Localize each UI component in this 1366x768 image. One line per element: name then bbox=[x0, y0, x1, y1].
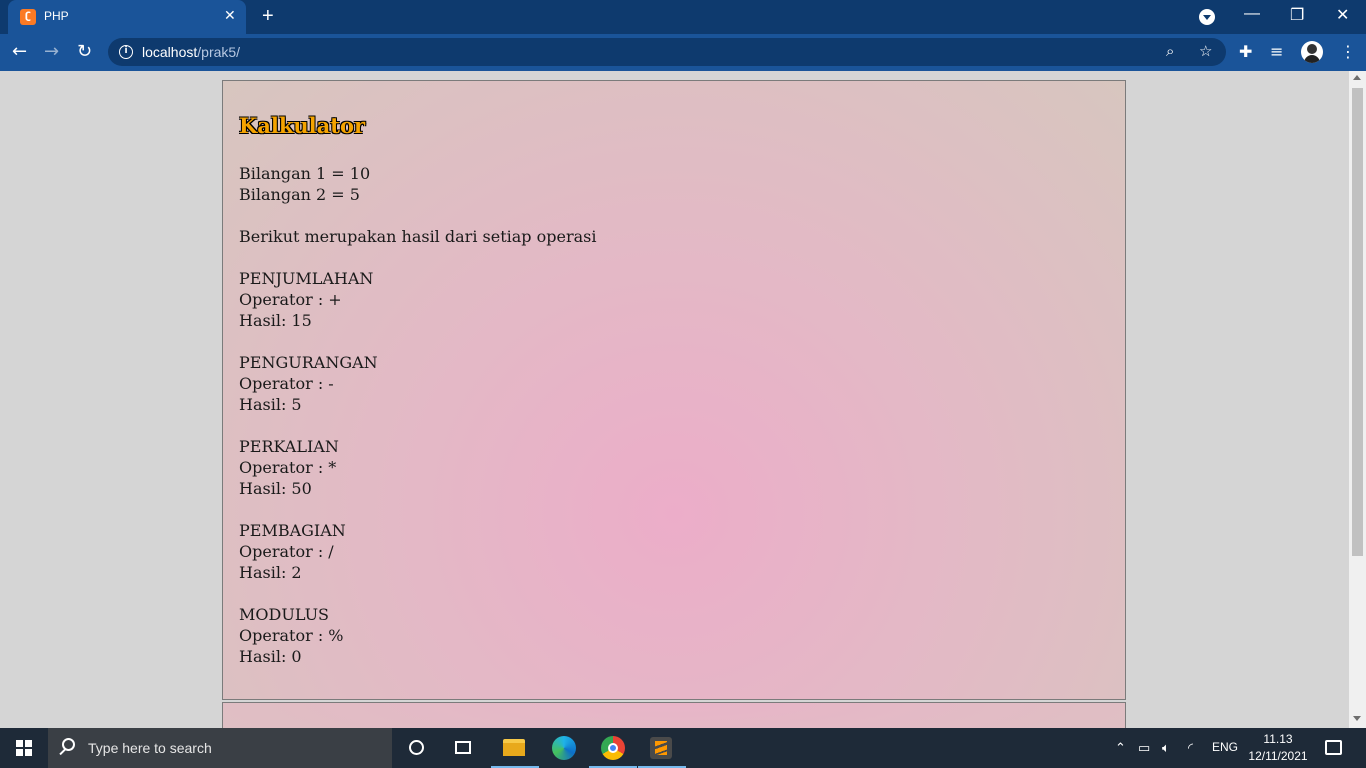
search-placeholder: Type here to search bbox=[88, 740, 212, 756]
operation-result: Hasil: 50 bbox=[239, 479, 312, 498]
intro-text: Berikut merupakan hasil dari setiap oper… bbox=[239, 227, 597, 246]
windows-start-icon[interactable] bbox=[16, 740, 32, 756]
battery-icon[interactable]: ▭ bbox=[1138, 740, 1150, 756]
scroll-down-icon[interactable] bbox=[1353, 716, 1361, 721]
operation-name: PERKALIAN bbox=[239, 437, 339, 456]
info-icon[interactable]: i bbox=[119, 45, 133, 59]
avatar[interactable] bbox=[1301, 41, 1323, 63]
system-clock[interactable]: 11.13 12/11/2021 bbox=[1248, 731, 1308, 765]
forward-arrow-icon[interactable]: → bbox=[44, 41, 59, 62]
tab-title: PHP bbox=[44, 9, 69, 23]
file-explorer-app[interactable] bbox=[491, 728, 539, 768]
edge-icon bbox=[552, 736, 576, 760]
second-panel bbox=[222, 702, 1126, 728]
page-scrollbar[interactable] bbox=[1349, 71, 1366, 728]
new-tab-button[interactable]: + bbox=[262, 5, 274, 28]
calculator-content: Kalkulator Bilangan 1 = 10 Bilangan 2 = … bbox=[239, 109, 596, 667]
xampp-favicon-icon: ʗ bbox=[20, 9, 36, 25]
sublime-text-icon bbox=[650, 737, 672, 759]
cortana-icon[interactable] bbox=[409, 740, 424, 755]
reload-icon[interactable]: ↻ bbox=[77, 41, 92, 62]
clock-date: 12/11/2021 bbox=[1248, 749, 1308, 763]
scroll-up-icon[interactable] bbox=[1353, 75, 1361, 80]
operation-result: Hasil: 5 bbox=[239, 395, 302, 414]
bilangan-1-text: Bilangan 1 = 10 bbox=[239, 164, 371, 183]
back-arrow-icon[interactable]: ← bbox=[12, 41, 27, 62]
operation-name: PENGURANGAN bbox=[239, 353, 378, 372]
edge-app[interactable] bbox=[540, 728, 588, 768]
bilangan-2-text: Bilangan 2 = 5 bbox=[239, 185, 360, 204]
search-icon bbox=[62, 738, 75, 751]
kebab-menu-icon[interactable]: ⋮ bbox=[1340, 42, 1356, 61]
operation-name: PENJUMLAHAN bbox=[239, 269, 374, 288]
operation-name: MODULUS bbox=[239, 605, 330, 624]
chrome-app[interactable] bbox=[589, 728, 637, 768]
page-viewport: Kalkulator Bilangan 1 = 10 Bilangan 2 = … bbox=[0, 71, 1349, 728]
operation-operator: Operator : / bbox=[239, 542, 334, 561]
clock-time: 11.13 bbox=[1263, 732, 1293, 746]
zoom-icon[interactable]: ⌕ bbox=[1166, 42, 1174, 60]
operation-result: Hasil: 15 bbox=[239, 311, 312, 330]
minimize-button[interactable]: — bbox=[1244, 5, 1260, 23]
chrome-icon bbox=[601, 736, 625, 760]
chevron-up-icon[interactable]: ⌃ bbox=[1115, 740, 1126, 756]
operation-operator: Operator : % bbox=[239, 626, 344, 645]
tab-search-dropdown-icon[interactable] bbox=[1199, 9, 1215, 25]
notification-icon[interactable] bbox=[1325, 740, 1342, 755]
browser-title-bar: ʗ PHP ✕ + — ❐ ✕ bbox=[0, 0, 1366, 34]
url-text[interactable]: localhost/prak5/ bbox=[142, 44, 240, 60]
operation-result: Hasil: 0 bbox=[239, 647, 302, 666]
url-path: /prak5/ bbox=[197, 44, 241, 60]
operation-name: PEMBAGIAN bbox=[239, 521, 346, 540]
folder-icon bbox=[503, 739, 525, 756]
browser-tab[interactable]: ʗ PHP ✕ bbox=[8, 0, 246, 34]
operation-result: Hasil: 2 bbox=[239, 563, 302, 582]
operation-operator: Operator : - bbox=[239, 374, 334, 393]
scrollbar-thumb[interactable] bbox=[1352, 88, 1363, 556]
volume-icon[interactable]: 🔈︎ bbox=[1162, 740, 1170, 756]
windows-taskbar: Type here to search ⌃ ▭ 🔈︎ ◜ ENG 11.13 1… bbox=[0, 728, 1366, 768]
operation-operator: Operator : + bbox=[239, 290, 342, 309]
wifi-icon[interactable]: ◜ bbox=[1188, 740, 1193, 756]
address-bar[interactable]: i localhost/prak5/ ⌕ ☆ bbox=[108, 38, 1226, 66]
calculator-panel: Kalkulator Bilangan 1 = 10 Bilangan 2 = … bbox=[222, 80, 1126, 700]
sublime-app[interactable] bbox=[638, 728, 686, 768]
puzzle-icon[interactable]: ✚ bbox=[1239, 42, 1252, 61]
url-host: localhost bbox=[142, 44, 198, 60]
restore-button[interactable]: ❐ bbox=[1290, 5, 1304, 25]
close-window-button[interactable]: ✕ bbox=[1336, 5, 1349, 25]
media-queue-icon[interactable]: ≡ bbox=[1270, 42, 1283, 61]
task-view-icon[interactable] bbox=[455, 741, 471, 754]
language-indicator[interactable]: ENG bbox=[1212, 740, 1238, 754]
operation-operator: Operator : * bbox=[239, 458, 337, 477]
tab-close-button[interactable]: ✕ bbox=[224, 8, 236, 24]
browser-toolbar: ← → ↻ i localhost/prak5/ ⌕ ☆ ✚ ≡ ⋮ bbox=[0, 34, 1366, 71]
taskbar-search[interactable]: Type here to search bbox=[48, 728, 392, 768]
star-icon[interactable]: ☆ bbox=[1199, 42, 1212, 60]
page-title: Kalkulator bbox=[239, 113, 366, 138]
